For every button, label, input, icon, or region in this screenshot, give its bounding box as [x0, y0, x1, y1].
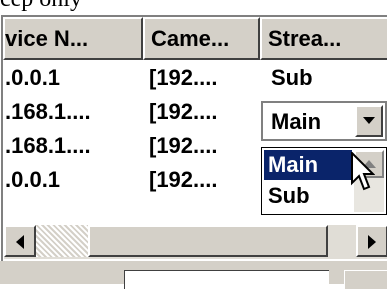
column-header-device-name[interactable]: vice N...	[3, 17, 143, 60]
bottom-bar	[0, 261, 387, 289]
list-header: vice N... Came... Strea...	[3, 17, 387, 60]
column-header-stream[interactable]: Strea...	[260, 17, 387, 60]
row-1-device-name[interactable]: .0.0.1	[5, 62, 60, 94]
row-4-device-name[interactable]: .0.0.1	[5, 164, 60, 196]
row-3-camera[interactable]: [192....	[149, 130, 217, 162]
top-strip-text: cep only	[0, 0, 82, 13]
combo-dropdown-button[interactable]	[355, 105, 383, 137]
bottom-input-field[interactable]	[124, 270, 329, 289]
scroll-right-button[interactable]	[356, 225, 387, 257]
scrollbar-thumb[interactable]	[88, 225, 328, 257]
scroll-left-arrow-icon	[16, 235, 24, 249]
row-4-camera[interactable]: [192....	[149, 164, 217, 196]
row-2-camera[interactable]: [192....	[149, 96, 217, 128]
stream-combo-box[interactable]: Main	[261, 101, 387, 141]
device-list-view[interactable]: vice N... Came... Strea... .0.0.1 [192..…	[1, 15, 387, 261]
row-1-camera[interactable]: [192....	[149, 62, 217, 94]
row-2-device-name[interactable]: .168.1....	[5, 96, 91, 128]
column-header-camera[interactable]: Came...	[143, 17, 260, 60]
dropdown-option-main[interactable]: Main	[264, 150, 352, 180]
horizontal-scrollbar[interactable]	[4, 225, 387, 259]
row-3-device-name[interactable]: .168.1....	[5, 130, 91, 162]
chevron-down-icon	[363, 117, 375, 124]
scroll-right-arrow-icon	[368, 235, 376, 249]
dropdown-option-sub[interactable]: Sub	[264, 181, 352, 211]
stream-combo-value: Main	[271, 109, 322, 134]
scroll-left-button[interactable]	[4, 225, 36, 257]
row-1-stream[interactable]: Sub	[271, 62, 313, 94]
scrollbar-track[interactable]	[36, 225, 88, 257]
mouse-pointer-icon	[351, 152, 375, 191]
top-strip: cep only	[0, 0, 387, 15]
bottom-button[interactable]	[344, 270, 387, 289]
